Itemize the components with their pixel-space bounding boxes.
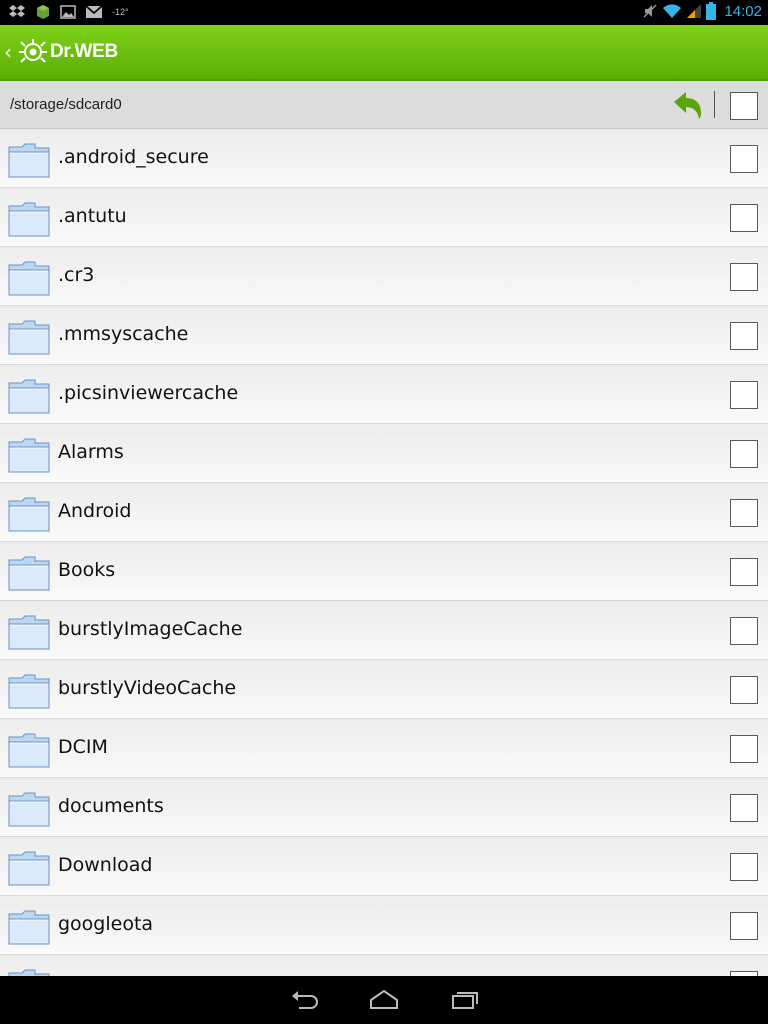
- file-name: .picsinviewercache: [58, 382, 239, 404]
- dropbox-icon: [9, 5, 25, 17]
- file-name: .cr3: [58, 264, 95, 286]
- action-bar: ‹ Dr.WEB: [0, 25, 768, 81]
- file-name: burstlyVideoCache: [58, 677, 237, 699]
- folder-icon: [8, 260, 50, 296]
- up-navigation-icon[interactable]: ‹: [4, 40, 14, 64]
- recent-apps-icon[interactable]: [450, 988, 480, 1012]
- status-bar: -12° 14:02: [0, 0, 768, 25]
- image-icon: [60, 5, 76, 19]
- file-name: burstlyImageCache: [58, 618, 243, 640]
- clock: 14:02: [724, 2, 762, 20]
- folder-icon: [8, 968, 50, 976]
- file-checkbox[interactable]: [730, 204, 758, 232]
- file-row[interactable]: googleota: [0, 896, 768, 955]
- select-all-checkbox[interactable]: [730, 92, 758, 120]
- app-title: Dr.WEB: [50, 41, 118, 62]
- file-row[interactable]: Books: [0, 542, 768, 601]
- folder-icon: [8, 614, 50, 650]
- folder-icon: [8, 378, 50, 414]
- toolbar-divider: [714, 91, 715, 118]
- home-icon[interactable]: [369, 988, 399, 1012]
- file-name: Download: [58, 854, 153, 876]
- file-name: Alarms: [58, 441, 124, 463]
- file-checkbox[interactable]: [730, 735, 758, 763]
- navigate-up-icon[interactable]: [672, 89, 704, 121]
- wifi-icon: [663, 4, 682, 18]
- file-name: .android_secure: [58, 146, 209, 168]
- file-row[interactable]: .antutu: [0, 188, 768, 247]
- current-path: /storage/sdcard0: [10, 96, 122, 113]
- folder-icon: [8, 909, 50, 945]
- file-checkbox[interactable]: [730, 145, 758, 173]
- file-checkbox[interactable]: [730, 322, 758, 350]
- file-row[interactable]: DCIM: [0, 719, 768, 778]
- file-row[interactable]: Android: [0, 483, 768, 542]
- file-checkbox[interactable]: [730, 853, 758, 881]
- folder-icon: [8, 673, 50, 709]
- file-checkbox[interactable]: [730, 499, 758, 527]
- file-checkbox[interactable]: [730, 558, 758, 586]
- folder-icon: [8, 555, 50, 591]
- folder-icon: [8, 732, 50, 768]
- file-row[interactable]: [0, 955, 768, 976]
- file-checkbox[interactable]: [730, 440, 758, 468]
- gmail-icon: [85, 5, 103, 18]
- file-row[interactable]: .cr3: [0, 247, 768, 306]
- navigation-bar: [0, 976, 768, 1024]
- folder-icon: [8, 319, 50, 355]
- drweb-logo-icon[interactable]: [18, 37, 48, 67]
- file-row[interactable]: Download: [0, 837, 768, 896]
- system-icons: 14:02: [642, 2, 762, 20]
- file-checkbox[interactable]: [730, 617, 758, 645]
- file-list: .android_secure .antutu .cr3 .mmsyscache .pi…: [0, 129, 768, 976]
- file-name: DCIM: [58, 736, 108, 758]
- file-checkbox[interactable]: [730, 263, 758, 291]
- file-row[interactable]: Alarms: [0, 424, 768, 483]
- battery-icon: [706, 2, 717, 20]
- path-bar: /storage/sdcard0: [0, 81, 768, 129]
- signal-icon: [687, 4, 702, 18]
- file-checkbox[interactable]: [730, 676, 758, 704]
- file-row[interactable]: .android_secure: [0, 129, 768, 188]
- file-name: Books: [58, 559, 116, 581]
- folder-icon: [8, 850, 50, 886]
- file-name: .antutu: [58, 205, 127, 227]
- file-name: Android: [58, 500, 132, 522]
- temperature-label: -12°: [112, 7, 129, 17]
- folder-icon: [8, 437, 50, 473]
- file-checkbox[interactable]: [730, 794, 758, 822]
- folder-icon: [8, 496, 50, 532]
- file-row[interactable]: burstlyVideoCache: [0, 660, 768, 719]
- file-name: .mmsyscache: [58, 323, 189, 345]
- android-icon: [37, 5, 49, 19]
- mute-icon: [643, 4, 657, 18]
- file-row[interactable]: .mmsyscache: [0, 306, 768, 365]
- file-name: documents: [58, 795, 164, 817]
- notification-icons: -12°: [8, 4, 129, 20]
- file-row[interactable]: .picsinviewercache: [0, 365, 768, 424]
- file-checkbox[interactable]: [730, 381, 758, 409]
- folder-icon: [8, 201, 50, 237]
- file-row[interactable]: burstlyImageCache: [0, 601, 768, 660]
- folder-icon: [8, 142, 50, 178]
- file-name: googleota: [58, 913, 154, 935]
- folder-icon: [8, 791, 50, 827]
- file-checkbox[interactable]: [730, 912, 758, 940]
- back-icon[interactable]: [289, 988, 319, 1012]
- file-row[interactable]: documents: [0, 778, 768, 837]
